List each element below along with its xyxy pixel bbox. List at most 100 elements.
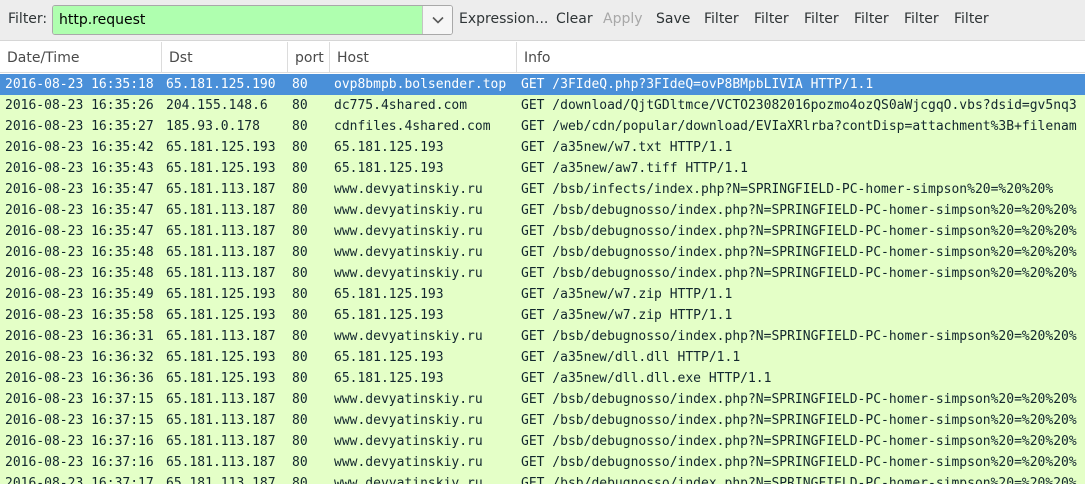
cell-info: GET /bsb/debugnosso/index.php?N=SPRINGFI… xyxy=(521,224,1077,239)
cell-port: 80 xyxy=(292,224,308,239)
cell-info: GET /bsb/debugnosso/index.php?N=SPRINGFI… xyxy=(521,455,1077,470)
cell-datetime: 2016-08-23 16:37:16 xyxy=(5,434,154,449)
filter-label: Filter: xyxy=(8,11,48,27)
column-header-host[interactable]: Host xyxy=(330,42,517,72)
cell-datetime: 2016-08-23 16:35:48 xyxy=(5,266,154,281)
cell-host: www.devyatinskiy.ru xyxy=(334,224,483,239)
cell-port: 80 xyxy=(292,98,308,113)
cell-dst: 65.181.113.187 xyxy=(166,182,276,197)
packet-row[interactable]: 2016-08-23 16:36:36 65.181.125.193 80 65.18… xyxy=(0,368,1085,389)
expression-button[interactable]: Expression... xyxy=(459,11,548,27)
cell-dst: 65.181.113.187 xyxy=(166,476,276,484)
cell-port: 80 xyxy=(292,371,308,386)
filter-button-2[interactable]: Filter xyxy=(754,11,789,27)
packet-row[interactable]: 2016-08-23 16:35:27 185.93.0.178 80 cdnfile… xyxy=(0,116,1085,137)
cell-dst: 65.181.125.193 xyxy=(166,287,276,302)
packet-row[interactable]: 2016-08-23 16:35:58 65.181.125.193 80 65.18… xyxy=(0,305,1085,326)
filter-button-3[interactable]: Filter xyxy=(804,11,839,27)
filter-history-dropdown[interactable] xyxy=(422,6,452,34)
cell-info: GET /a35new/dll.dll.exe HTTP/1.1 xyxy=(521,371,772,386)
cell-host: 65.181.125.193 xyxy=(334,287,444,302)
cell-host: www.devyatinskiy.ru xyxy=(334,455,483,470)
packet-row[interactable]: 2016-08-23 16:35:49 65.181.125.193 80 65.18… xyxy=(0,284,1085,305)
cell-dst: 65.181.113.187 xyxy=(166,203,276,218)
cell-datetime: 2016-08-23 16:35:42 xyxy=(5,140,154,155)
cell-host: 65.181.125.193 xyxy=(334,140,444,155)
cell-host: www.devyatinskiy.ru xyxy=(334,266,483,281)
cell-datetime: 2016-08-23 16:35:27 xyxy=(5,119,154,134)
cell-datetime: 2016-08-23 16:37:16 xyxy=(5,455,154,470)
cell-port: 80 xyxy=(292,140,308,155)
cell-dst: 65.181.113.187 xyxy=(166,224,276,239)
cell-dst: 185.93.0.178 xyxy=(166,119,260,134)
cell-dst: 65.181.125.190 xyxy=(166,77,276,92)
cell-datetime: 2016-08-23 16:35:47 xyxy=(5,203,154,218)
packet-row[interactable]: 2016-08-23 16:37:15 65.181.113.187 80 www.d… xyxy=(0,389,1085,410)
packet-row[interactable]: 2016-08-23 16:35:47 65.181.113.187 80 www.d… xyxy=(0,200,1085,221)
cell-host: www.devyatinskiy.ru xyxy=(334,245,483,260)
cell-port: 80 xyxy=(292,434,308,449)
cell-port: 80 xyxy=(292,287,308,302)
cell-info: GET /bsb/debugnosso/index.php?N=SPRINGFI… xyxy=(521,329,1077,344)
packet-row[interactable]: 2016-08-23 16:37:17 65.181.113.187 80 www.d… xyxy=(0,473,1085,484)
cell-port: 80 xyxy=(292,329,308,344)
cell-info: GET /bsb/debugnosso/index.php?N=SPRINGFI… xyxy=(521,203,1077,218)
cell-dst: 65.181.125.193 xyxy=(166,161,276,176)
column-header-port[interactable]: port xyxy=(288,42,330,72)
packet-row[interactable]: 2016-08-23 16:37:15 65.181.113.187 80 www.d… xyxy=(0,410,1085,431)
cell-datetime: 2016-08-23 16:37:15 xyxy=(5,413,154,428)
cell-info: GET /bsb/debugnosso/index.php?N=SPRINGFI… xyxy=(521,413,1077,428)
cell-datetime: 2016-08-23 16:35:48 xyxy=(5,245,154,260)
cell-datetime: 2016-08-23 16:36:31 xyxy=(5,329,154,344)
cell-info: GET /a35new/dll.dll HTTP/1.1 xyxy=(521,350,741,365)
cell-datetime: 2016-08-23 16:35:26 xyxy=(5,98,154,113)
save-button[interactable]: Save xyxy=(656,11,690,27)
packet-row[interactable]: 2016-08-23 16:36:32 65.181.125.193 80 65.18… xyxy=(0,347,1085,368)
cell-datetime: 2016-08-23 16:35:49 xyxy=(5,287,154,302)
column-header-datetime[interactable]: Date/Time xyxy=(0,42,162,72)
filter-button-1[interactable]: Filter xyxy=(704,11,739,27)
apply-button[interactable]: Apply xyxy=(603,11,643,27)
filter-button-6[interactable]: Filter xyxy=(954,11,989,27)
cell-host: 65.181.125.193 xyxy=(334,308,444,323)
cell-info: GET /download/QjtGDltmce/VCTO23082016poz… xyxy=(521,98,1077,113)
packet-row[interactable]: 2016-08-23 16:35:48 65.181.113.187 80 www.d… xyxy=(0,263,1085,284)
cell-host: www.devyatinskiy.ru xyxy=(334,203,483,218)
packet-row[interactable]: 2016-08-23 16:35:47 65.181.113.187 80 www.d… xyxy=(0,221,1085,242)
filter-button-4[interactable]: Filter xyxy=(854,11,889,27)
packet-row[interactable]: 2016-08-23 16:35:48 65.181.113.187 80 www.d… xyxy=(0,242,1085,263)
cell-datetime: 2016-08-23 16:36:36 xyxy=(5,371,154,386)
cell-info: GET /web/cdn/popular/download/EVIaXRlrba… xyxy=(521,119,1077,134)
cell-port: 80 xyxy=(292,308,308,323)
packet-row[interactable]: 2016-08-23 16:36:31 65.181.113.187 80 www.d… xyxy=(0,326,1085,347)
cell-info: GET /bsb/debugnosso/index.php?N=SPRINGFI… xyxy=(521,476,1077,484)
cell-info: GET /bsb/debugnosso/index.php?N=SPRINGFI… xyxy=(521,434,1077,449)
packet-row[interactable]: 2016-08-23 16:35:47 65.181.113.187 80 www.d… xyxy=(0,179,1085,200)
cell-port: 80 xyxy=(292,182,308,197)
cell-dst: 65.181.125.193 xyxy=(166,308,276,323)
cell-port: 80 xyxy=(292,455,308,470)
packet-row[interactable]: 2016-08-23 16:37:16 65.181.113.187 80 www.d… xyxy=(0,452,1085,473)
packet-row[interactable]: 2016-08-23 16:35:43 65.181.125.193 80 65.18… xyxy=(0,158,1085,179)
packet-row[interactable]: 2016-08-23 16:37:16 65.181.113.187 80 www.d… xyxy=(0,431,1085,452)
cell-port: 80 xyxy=(292,350,308,365)
packet-row[interactable]: 2016-08-23 16:35:26 204.155.148.6 80 dc775.… xyxy=(0,95,1085,116)
cell-dst: 65.181.125.193 xyxy=(166,350,276,365)
cell-info: GET /bsb/debugnosso/index.php?N=SPRINGFI… xyxy=(521,245,1077,260)
chevron-down-icon xyxy=(431,16,444,24)
cell-datetime: 2016-08-23 16:35:47 xyxy=(5,224,154,239)
cell-port: 80 xyxy=(292,266,308,281)
cell-dst: 65.181.125.193 xyxy=(166,140,276,155)
clear-button[interactable]: Clear xyxy=(556,11,593,27)
cell-port: 80 xyxy=(292,245,308,260)
cell-info: GET /a35new/aw7.tiff HTTP/1.1 xyxy=(521,161,748,176)
packet-row[interactable]: 2016-08-23 16:35:42 65.181.125.193 80 65.18… xyxy=(0,137,1085,158)
cell-dst: 65.181.113.187 xyxy=(166,266,276,281)
display-filter-input[interactable] xyxy=(53,6,424,34)
display-filter-combo[interactable] xyxy=(52,5,453,35)
column-header-info[interactable]: Info xyxy=(517,42,1085,72)
cell-info: GET /bsb/debugnosso/index.php?N=SPRINGFI… xyxy=(521,392,1077,407)
packet-row[interactable]: 2016-08-23 16:35:18 65.181.125.190 80 ovp8b… xyxy=(0,74,1085,95)
column-header-dst[interactable]: Dst xyxy=(162,42,288,72)
filter-button-5[interactable]: Filter xyxy=(904,11,939,27)
